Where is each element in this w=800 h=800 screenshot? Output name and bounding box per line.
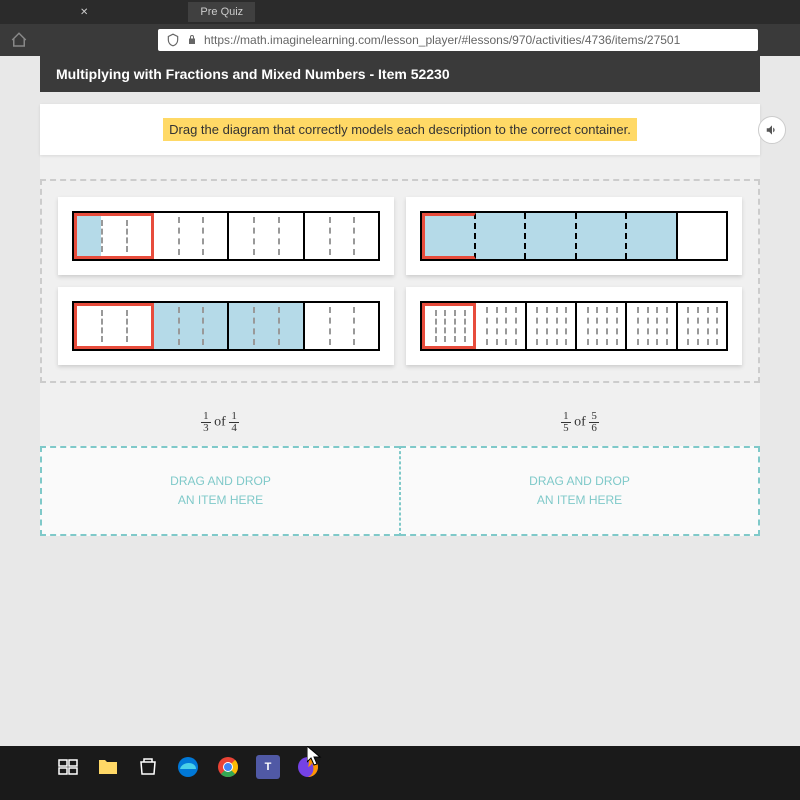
- cursor-icon: [307, 746, 323, 768]
- taskbar: T: [0, 746, 800, 788]
- diagram-4[interactable]: [406, 287, 742, 365]
- chrome-icon[interactable]: [212, 751, 244, 783]
- url-bar[interactable]: https://math.imaginelearning.com/lesson_…: [158, 29, 758, 51]
- browser-toolbar: https://math.imaginelearning.com/lesson_…: [0, 24, 800, 56]
- instruction-text: Drag the diagram that correctly models e…: [163, 118, 637, 141]
- home-icon[interactable]: [10, 31, 28, 49]
- drop-area-1[interactable]: DRAG AND DROP AN ITEM HERE: [40, 446, 400, 536]
- drop-zones: 13 of 14 DRAG AND DROP AN ITEM HERE 15 o…: [40, 399, 760, 536]
- diagrams-container: [40, 179, 760, 383]
- task-view-icon[interactable]: [52, 751, 84, 783]
- instruction-bar: Drag the diagram that correctly models e…: [40, 104, 760, 155]
- file-explorer-icon[interactable]: [92, 751, 124, 783]
- drop-area-2[interactable]: DRAG AND DROP AN ITEM HERE: [400, 446, 760, 536]
- url-text: https://math.imaginelearning.com/lesson_…: [204, 33, 680, 47]
- diagram-2[interactable]: [406, 197, 742, 275]
- diagram-1[interactable]: [58, 197, 394, 275]
- lesson-title: Multiplying with Fractions and Mixed Num…: [40, 56, 760, 92]
- edge-icon[interactable]: [172, 751, 204, 783]
- close-icon[interactable]: ✕: [80, 7, 88, 18]
- teams-icon[interactable]: T: [252, 751, 284, 783]
- drop-label-1: 13 of 14: [40, 399, 400, 446]
- speaker-button[interactable]: [758, 116, 786, 144]
- drop-zone-2: 15 of 56 DRAG AND DROP AN ITEM HERE: [400, 399, 760, 536]
- drop-zone-1: 13 of 14 DRAG AND DROP AN ITEM HERE: [40, 399, 400, 536]
- store-icon[interactable]: [132, 751, 164, 783]
- lock-icon: [186, 34, 198, 46]
- drop-label-2: 15 of 56: [400, 399, 760, 446]
- browser-tab[interactable]: Pre Quiz: [188, 2, 255, 22]
- browser-tab-bar: ✕ Pre Quiz: [0, 0, 800, 24]
- page-viewport: Multiplying with Fractions and Mixed Num…: [0, 56, 800, 746]
- diagram-3[interactable]: [58, 287, 394, 365]
- shield-icon: [166, 33, 180, 47]
- tab-title: Pre Quiz: [200, 6, 243, 18]
